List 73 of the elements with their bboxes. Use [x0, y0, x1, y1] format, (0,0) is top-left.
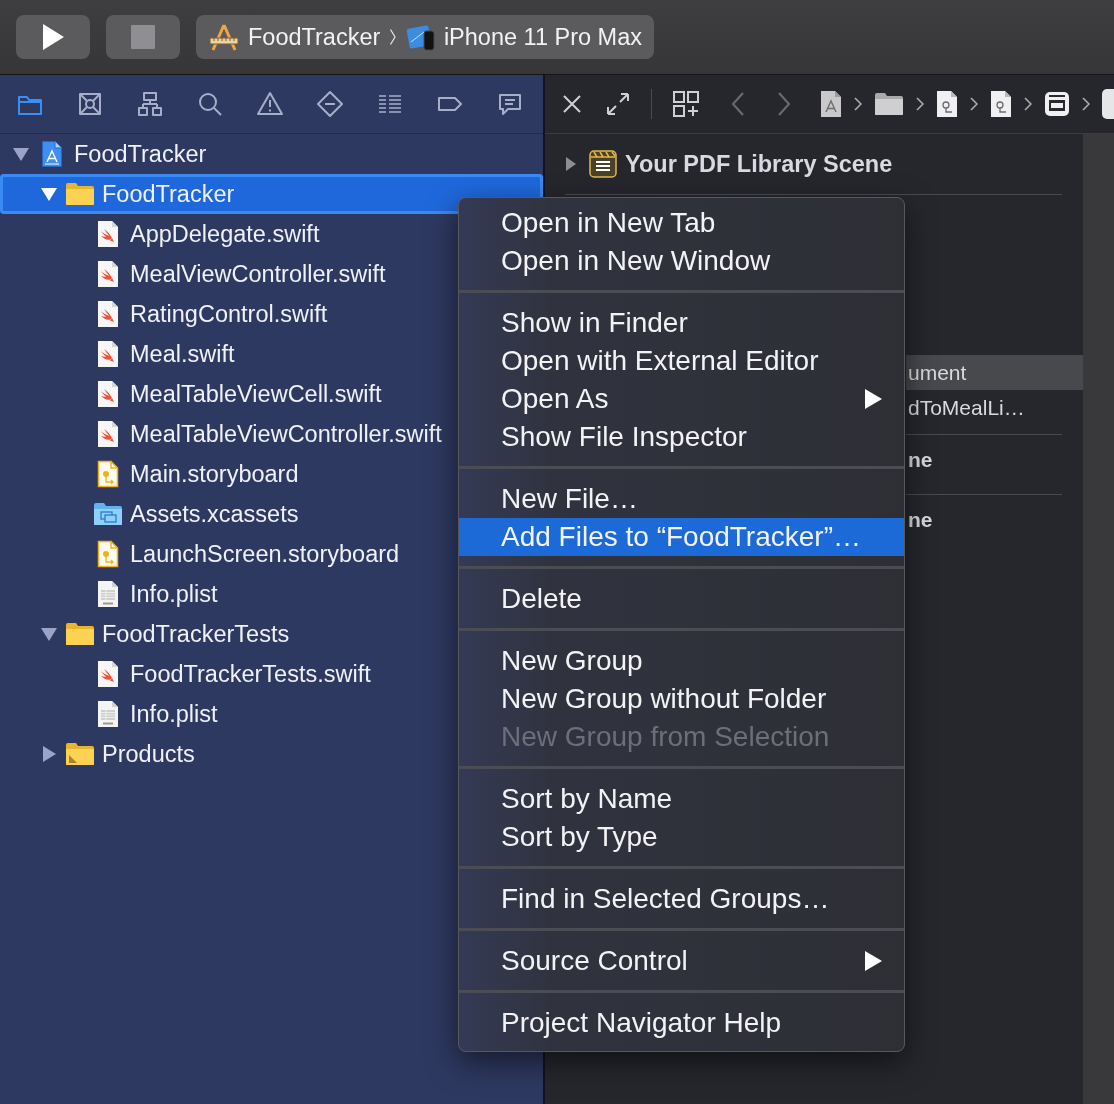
swift-file-icon: [97, 420, 119, 448]
folder-icon[interactable]: [874, 92, 904, 116]
grid-plus-icon: [672, 90, 700, 118]
menu-item[interactable]: Open in New Window: [459, 242, 904, 280]
chevron-right-icon: [777, 91, 791, 117]
document-icon[interactable]: [936, 90, 958, 118]
outline-item[interactable]: ne: [906, 434, 1062, 494]
navigator-item[interactable]: FoodTracker: [0, 134, 543, 174]
outline-item[interactable]: Your PDF Library Scene: [565, 134, 1062, 195]
clapperboard-icon: [589, 150, 617, 178]
swift-file-icon: [97, 380, 119, 408]
document-icon[interactable]: [990, 90, 1012, 118]
document-icon[interactable]: [1102, 89, 1114, 119]
outline-item[interactable]: ument: [906, 355, 1083, 390]
menu-item[interactable]: Open with External Editor: [459, 342, 904, 380]
disclosure-triangle-icon[interactable]: [10, 145, 32, 163]
app-icon: [208, 22, 240, 52]
swift-file-icon: [97, 660, 119, 688]
menu-item[interactable]: Sort by Name: [459, 780, 904, 818]
chevron-icon: [916, 97, 924, 111]
plist-file-icon: [97, 580, 119, 608]
expand-icon: [605, 91, 631, 117]
project-file-icon: [41, 140, 63, 168]
scheme-button[interactable]: FoodTracker: [208, 22, 381, 52]
chevron-icon: [970, 97, 978, 111]
menu-item[interactable]: New Group without Folder: [459, 680, 904, 718]
chevron-icon: [1024, 97, 1032, 111]
chevron-icon: [854, 97, 862, 111]
asset-folder-icon: [93, 502, 123, 526]
menu-item[interactable]: New Group: [459, 642, 904, 680]
disclosure-triangle-icon[interactable]: [565, 156, 577, 172]
diamond-minus-icon: [316, 90, 344, 118]
outline-item[interactable]: dToMealLi…: [906, 390, 1083, 425]
destination-button[interactable]: iPhone 11 Pro Max: [405, 22, 642, 52]
outline-item[interactable]: ne: [906, 494, 1062, 554]
menu-item[interactable]: New File…: [459, 480, 904, 518]
submenu-arrow-icon: [865, 951, 882, 971]
play-icon: [41, 23, 65, 51]
close-icon: [561, 93, 583, 115]
menu-item[interactable]: Add Files to “FoodTracker”…: [459, 518, 904, 556]
square-circle-icon: [76, 90, 104, 118]
chevron-left-icon: [731, 91, 745, 117]
menu-item[interactable]: Show in Finder: [459, 304, 904, 342]
swift-file-icon: [97, 220, 119, 248]
disclosure-triangle-icon[interactable]: [38, 625, 60, 643]
menu-item[interactable]: Find in Selected Groups…: [459, 880, 904, 918]
disclosure-triangle-icon[interactable]: [38, 185, 60, 203]
folder-icon: [65, 742, 95, 766]
chevron-icon: [1082, 97, 1090, 111]
swift-file-icon: [97, 300, 119, 328]
menu-item[interactable]: Show File Inspector: [459, 418, 904, 456]
menu-item[interactable]: Source Control: [459, 942, 904, 980]
plist-file-icon: [97, 700, 119, 728]
folder-icon: [65, 182, 95, 206]
hierarchy-icon: [136, 90, 164, 118]
storyboard-file-icon: [97, 540, 119, 568]
menu-item[interactable]: Project Navigator Help: [459, 1004, 904, 1042]
warning-icon: [256, 90, 284, 118]
menu-item[interactable]: Sort by Type: [459, 818, 904, 856]
menu-item[interactable]: Delete: [459, 580, 904, 618]
swift-file-icon: [97, 340, 119, 368]
swift-file-icon: [97, 260, 119, 288]
navigator-item[interactable]: FoodTracker: [0, 174, 543, 214]
stop-button[interactable]: [106, 15, 180, 59]
window-icon[interactable]: [1044, 91, 1070, 117]
search-icon: [196, 90, 224, 118]
menu-item[interactable]: Open As: [459, 380, 904, 418]
folder-icon: [65, 622, 95, 646]
submenu-arrow-icon: [865, 389, 882, 409]
storyboard-file-icon: [97, 460, 119, 488]
run-button[interactable]: [16, 15, 90, 59]
stop-icon: [131, 25, 155, 49]
document-icon[interactable]: [820, 90, 842, 118]
